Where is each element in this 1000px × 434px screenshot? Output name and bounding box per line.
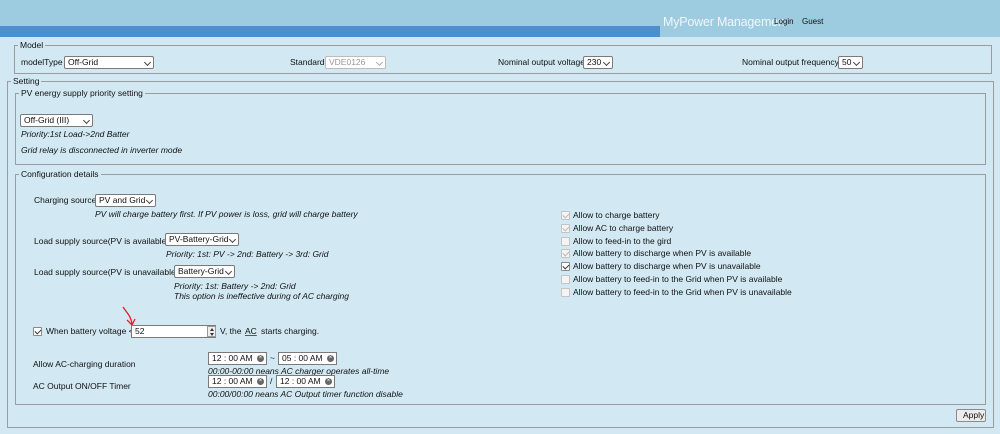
option-label: Allow battery to discharge when PV is un… xyxy=(573,261,761,271)
ac-output-end-value: 12 : 00 AM xyxy=(280,376,321,386)
standard-select: VDE0126 xyxy=(325,56,386,69)
option-label: Allow AC to charge battery xyxy=(573,223,674,233)
model-legend: Model xyxy=(20,40,44,50)
down-arrow-icon xyxy=(210,333,214,336)
config-section: Configuration details xyxy=(15,169,986,405)
charging-source-label: Charging source xyxy=(34,195,97,205)
option-label: Allow to charge battery xyxy=(573,210,660,220)
clear-icon[interactable]: × xyxy=(327,355,334,362)
load-pv-unavailable-value: Battery-Grid xyxy=(178,266,224,276)
user-name: Guest xyxy=(802,17,824,26)
ac-output-separator: / xyxy=(270,376,273,386)
option-label: Allow battery to feed-in to the Grid whe… xyxy=(573,274,783,284)
chevron-down-icon xyxy=(145,196,154,205)
ac-charging-label: Allow AC-charging duration xyxy=(33,359,136,369)
header-bar: MyPower Managemen Login Guest xyxy=(0,0,1000,37)
charging-source-select[interactable]: PV and Grid xyxy=(95,194,156,207)
chevron-down-icon xyxy=(82,116,91,125)
battery-voltage-end: starts charging. xyxy=(261,326,320,336)
pv-priority-note: Priority:1st Load->2nd Batter xyxy=(21,129,130,139)
config-legend: Configuration details xyxy=(21,169,99,179)
ac-output-start-value: 12 : 00 AM xyxy=(212,376,253,386)
model-type-value: Off-Grid xyxy=(68,57,99,67)
option-checkbox xyxy=(561,237,570,246)
check-icon xyxy=(562,249,570,257)
load-pv-available-value: PV-Battery-Grid xyxy=(169,234,229,244)
pv-priority-select[interactable]: Off-Grid (III) xyxy=(20,114,93,127)
pv-priority-value: Off-Grid (III) xyxy=(24,115,70,125)
battery-voltage-prefix: When battery voltage < xyxy=(46,326,134,336)
setting-legend: Setting xyxy=(13,76,40,86)
grid-relay-note: Grid relay is disconnected in inverter m… xyxy=(21,145,183,155)
ac-charging-separator: ~ xyxy=(270,353,275,363)
load-pv-available-label: Load supply source(PV is available) xyxy=(34,236,170,246)
battery-voltage-ac: AC xyxy=(245,326,257,336)
arrow-shaft xyxy=(122,306,133,325)
ac-charging-end-value: 05 : 00 AM xyxy=(282,353,323,363)
load-pv-available-select[interactable]: PV-Battery-Grid xyxy=(165,233,239,246)
app-title: MyPower Managemen xyxy=(663,15,785,29)
load-pv-unavailable-note2: This option is ineffective during of AC … xyxy=(174,291,349,301)
charging-source-value: PV and Grid xyxy=(99,195,146,205)
standard-value: VDE0126 xyxy=(329,57,366,67)
load-pv-available-note: Priority: 1st: PV -> 2nd: Battery -> 3rd… xyxy=(166,249,329,259)
chevron-down-icon xyxy=(143,58,152,67)
chevron-down-icon xyxy=(852,58,861,67)
option-checkbox[interactable] xyxy=(561,262,570,271)
voltage-label: Nominal output voltage xyxy=(498,57,585,67)
option-checkbox xyxy=(561,249,570,258)
check-icon xyxy=(562,262,570,270)
frequency-label: Nominal output frequency xyxy=(742,57,839,67)
model-type-label: modelType xyxy=(21,57,63,67)
voltage-value: 230 xyxy=(587,57,602,67)
clear-icon[interactable]: × xyxy=(257,355,264,362)
ac-output-start-time[interactable]: 12 : 00 AM × xyxy=(208,375,267,388)
check-icon xyxy=(562,211,570,219)
chevron-down-icon xyxy=(224,267,233,276)
load-pv-unavailable-select[interactable]: Battery-Grid xyxy=(174,265,235,278)
load-pv-unavailable-label: Load supply source(PV is unavailable) xyxy=(34,267,179,277)
chevron-down-icon xyxy=(602,58,611,67)
standard-label: Standard xyxy=(290,57,325,67)
chevron-down-icon xyxy=(375,58,384,67)
charging-source-note: PV will charge battery first. If PV powe… xyxy=(95,209,358,219)
pv-priority-legend: PV energy supply priority setting xyxy=(21,88,143,98)
login-link[interactable]: Login xyxy=(774,17,794,26)
option-label: Allow battery to feed-in to the Grid whe… xyxy=(573,287,792,297)
battery-voltage-suffix: V, the xyxy=(220,326,242,336)
battery-voltage-checkbox[interactable] xyxy=(33,327,42,336)
option-label: Allow battery to discharge when PV is av… xyxy=(573,248,752,258)
ac-charging-start-value: 12 : 00 AM xyxy=(212,353,253,363)
option-label: Allow to feed-in to the gird xyxy=(573,236,672,246)
check-icon xyxy=(562,224,570,232)
clear-icon[interactable]: × xyxy=(257,378,264,385)
voltage-select[interactable]: 230 xyxy=(583,56,613,69)
ac-charging-start-time[interactable]: 12 : 00 AM × xyxy=(208,352,267,365)
red-arrow-icon xyxy=(122,306,136,327)
check-icon xyxy=(34,327,42,335)
battery-voltage-stepper[interactable] xyxy=(207,326,216,337)
option-checkbox xyxy=(561,275,570,284)
up-arrow-icon xyxy=(210,328,214,331)
ac-output-label: AC Output ON/OFF Timer xyxy=(33,381,131,391)
option-checkbox xyxy=(561,224,570,233)
option-checkbox xyxy=(561,288,570,297)
battery-voltage-input[interactable]: 52 xyxy=(131,325,216,338)
apply-button[interactable]: Apply xyxy=(956,409,986,422)
clear-icon[interactable]: × xyxy=(325,378,332,385)
ac-output-end-time[interactable]: 12 : 00 AM × xyxy=(276,375,335,388)
frequency-select[interactable]: 50 xyxy=(838,56,863,69)
option-checkbox xyxy=(561,211,570,220)
chevron-down-icon xyxy=(228,235,237,244)
ac-charging-end-time[interactable]: 05 : 00 AM × xyxy=(278,352,337,365)
ac-output-note: 00:00/00:00 neans AC Output timer functi… xyxy=(208,389,403,399)
header-accent-band xyxy=(0,26,660,37)
frequency-value: 50 xyxy=(842,57,852,67)
model-type-select[interactable]: Off-Grid xyxy=(64,56,154,69)
